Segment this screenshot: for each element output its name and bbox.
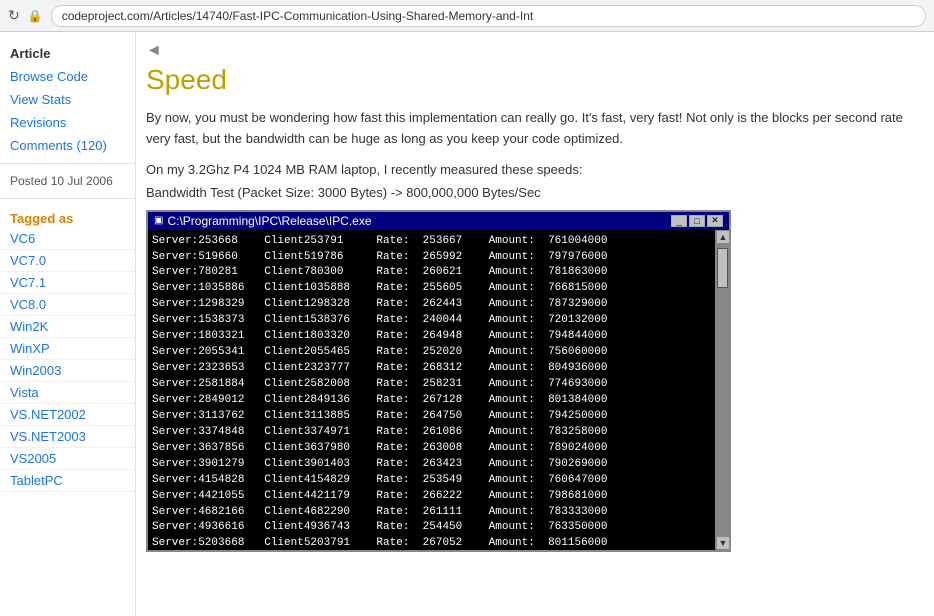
- sidebar-tag-vs2005[interactable]: VS2005: [0, 448, 135, 470]
- sidebar-tag-vsnet2003[interactable]: VS.NET2003: [0, 426, 135, 448]
- measured-line: On my 3.2Ghz P4 1024 MB RAM laptop, I re…: [146, 162, 914, 177]
- console-output: Server:253668 Client253791 Rate: 253667 …: [148, 230, 729, 550]
- console-line: Server:4936616 Client4936743 Rate: 25445…: [152, 520, 711, 536]
- layout: Article Browse Code View Stats Revisions…: [0, 32, 934, 616]
- sidebar-tag-tabletpc[interactable]: TabletPC: [0, 470, 135, 492]
- scrollbar-down-button[interactable]: ▼: [716, 536, 730, 550]
- console-line: Server:2581884 Client2582008 Rate: 25823…: [152, 377, 711, 393]
- sidebar-tag-vc80[interactable]: VC8.0: [0, 294, 135, 316]
- console-scrollbar[interactable]: ▲ ▼: [715, 230, 729, 550]
- console-line: Server:1803321 Client1803320 Rate: 26494…: [152, 329, 711, 345]
- console-line: Server:3113762 Client3113885 Rate: 26475…: [152, 409, 711, 425]
- refresh-icon[interactable]: ↻: [8, 7, 20, 24]
- sidebar: Article Browse Code View Stats Revisions…: [0, 32, 136, 616]
- console-line: Server:3637856 Client3637980 Rate: 26300…: [152, 441, 711, 457]
- console-line: Server:4682166 Client4682290 Rate: 26111…: [152, 505, 711, 521]
- sidebar-item-browse-code[interactable]: Browse Code: [0, 65, 135, 88]
- page-title: Speed: [146, 64, 914, 96]
- sidebar-tagged-label: Tagged as: [0, 205, 135, 228]
- sidebar-tag-vc6[interactable]: VC6: [0, 228, 135, 250]
- console-app-icon: ▣: [154, 215, 163, 226]
- console-close-button[interactable]: ✕: [707, 215, 723, 227]
- console-line: Server:2849012 Client2849136 Rate: 26712…: [152, 393, 711, 409]
- console-line: Server:2055341 Client2055465 Rate: 25202…: [152, 345, 711, 361]
- lock-icon: 🔒: [28, 9, 43, 23]
- console-titlebar: ▣ C:\Programming\IPC\Release\IPC.exe _ □…: [148, 212, 729, 230]
- main-content: ◄ Speed By now, you must be wondering ho…: [136, 32, 934, 616]
- browser-bar: ↻ 🔒: [0, 0, 934, 32]
- sidebar-article-title: Article: [0, 40, 135, 65]
- console-line: Server:253668 Client253791 Rate: 253667 …: [152, 234, 711, 250]
- sidebar-tag-win2k[interactable]: Win2K: [0, 316, 135, 338]
- sidebar-item-view-stats[interactable]: View Stats: [0, 88, 135, 111]
- sidebar-item-revisions[interactable]: Revisions: [0, 111, 135, 134]
- console-line: Server:3901279 Client3901403 Rate: 26342…: [152, 457, 711, 473]
- url-input[interactable]: [51, 5, 926, 27]
- console-line: Server:1298329 Client1298328 Rate: 26244…: [152, 297, 711, 313]
- sidebar-item-comments[interactable]: Comments (120): [0, 134, 135, 157]
- console-line: Server:5203668 Client5203791 Rate: 26705…: [152, 536, 711, 549]
- sidebar-tag-winxp[interactable]: WinXP: [0, 338, 135, 360]
- scrollbar-track: [716, 244, 729, 536]
- console-line: Server:2323653 Client2323777 Rate: 26831…: [152, 361, 711, 377]
- sidebar-posted-date: Posted 10 Jul 2006: [0, 170, 135, 192]
- back-arrow-icon[interactable]: ◄: [146, 42, 162, 60]
- console-line: Server:780281 Client780300 Rate: 260621 …: [152, 265, 711, 281]
- console-restore-button[interactable]: □: [689, 215, 705, 227]
- scrollbar-up-button[interactable]: ▲: [716, 230, 730, 244]
- console-line: Server:4421055 Client4421179 Rate: 26622…: [152, 489, 711, 505]
- console-line: Server:519660 Client519786 Rate: 265992 …: [152, 250, 711, 266]
- sidebar-tag-win2003[interactable]: Win2003: [0, 360, 135, 382]
- sidebar-tag-vc70[interactable]: VC7.0: [0, 250, 135, 272]
- sidebar-tag-vsnet2002[interactable]: VS.NET2002: [0, 404, 135, 426]
- bandwidth-label: Bandwidth Test (Packet Size: 3000 Bytes)…: [146, 185, 914, 200]
- sidebar-tag-vc71[interactable]: VC7.1: [0, 272, 135, 294]
- console-title-text: C:\Programming\IPC\Release\IPC.exe: [167, 214, 371, 228]
- console-line: Server:1035886 Client1035888 Rate: 25560…: [152, 281, 711, 297]
- scrollbar-thumb[interactable]: [717, 248, 728, 288]
- console-minimize-button[interactable]: _: [671, 215, 687, 227]
- sidebar-tag-vista[interactable]: Vista: [0, 382, 135, 404]
- intro-paragraph: By now, you must be wondering how fast t…: [146, 108, 914, 150]
- console-line: Server:3374848 Client3374971 Rate: 26108…: [152, 425, 711, 441]
- console-line: Server:1538373 Client1538376 Rate: 24004…: [152, 313, 711, 329]
- console-line: Server:4154828 Client4154829 Rate: 25354…: [152, 473, 711, 489]
- console-window: ▣ C:\Programming\IPC\Release\IPC.exe _ □…: [146, 210, 731, 552]
